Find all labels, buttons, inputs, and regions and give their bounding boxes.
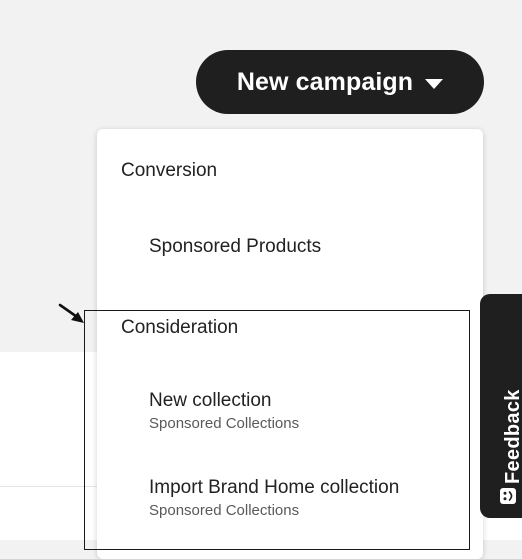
menu-group-heading-conversion: Conversion	[121, 160, 218, 181]
menu-group-heading-consideration: Consideration	[121, 317, 239, 338]
menu-item-title: New collection	[149, 390, 272, 411]
campaign-type-menu: Conversion Sponsored Products Considerat…	[97, 129, 483, 559]
menu-item-sponsored-products[interactable]: Sponsored Products	[97, 235, 483, 259]
caret-down-icon	[425, 78, 444, 89]
smiley-face-icon	[500, 488, 516, 504]
new-campaign-button[interactable]: New campaign	[196, 50, 484, 114]
menu-item-subtitle: Sponsored Collections	[149, 502, 300, 519]
feedback-tab[interactable]: Feedback	[480, 294, 522, 518]
menu-item-subtitle: Sponsored Collections	[149, 415, 300, 432]
menu-item-title: Sponsored Products	[149, 236, 322, 257]
feedback-label: Feedback	[502, 389, 522, 484]
menu-item-title: Import Brand Home collection	[149, 477, 400, 498]
annotation-arrow-icon	[58, 303, 84, 323]
menu-item-import-brand-home-collection[interactable]: Import Brand Home collection Sponsored C…	[97, 476, 483, 521]
menu-item-new-collection[interactable]: New collection Sponsored Collections	[97, 389, 483, 434]
new-campaign-label: New campaign	[236, 67, 414, 96]
